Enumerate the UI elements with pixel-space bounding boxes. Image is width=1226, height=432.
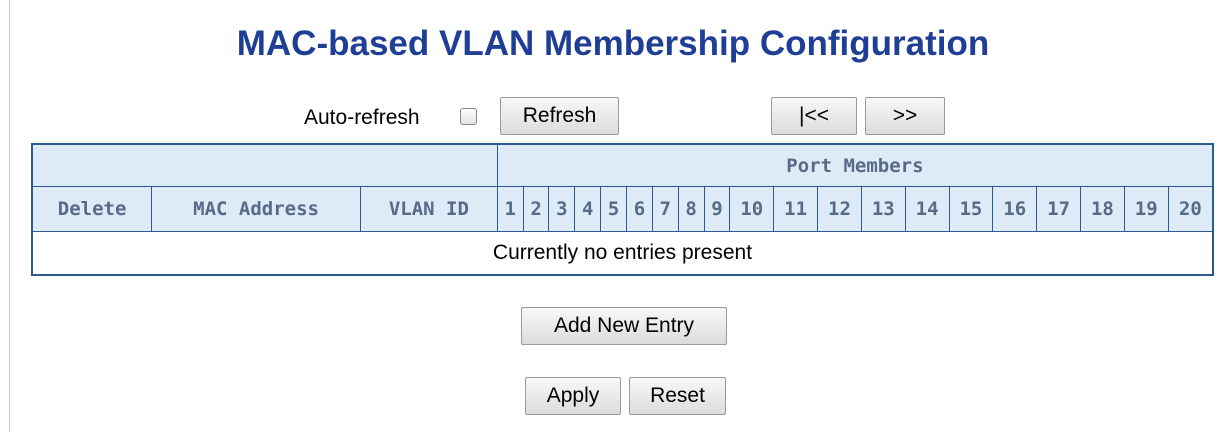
port-column-header: 9: [703, 186, 731, 232]
port-column-header: 7: [651, 186, 679, 232]
port-column-header: 18: [1080, 186, 1125, 232]
apply-button[interactable]: Apply: [525, 377, 621, 415]
port-column-header: 6: [626, 186, 653, 232]
port-column-header: 2: [522, 186, 550, 232]
table-row-empty: Currently no entries present: [32, 231, 1213, 275]
auto-refresh-checkbox[interactable]: [460, 108, 477, 125]
port-column-header: 3: [548, 186, 576, 232]
port-column-header: 5: [600, 186, 627, 232]
port-column-header: 11: [773, 186, 819, 232]
port-column-header: 8: [677, 186, 705, 232]
port-members-header: Port Members: [496, 143, 1214, 187]
page-title: MAC-based VLAN Membership Configuration: [236, 24, 990, 63]
column-header-mac-address: MAC Address: [151, 186, 361, 232]
column-header-vlan-id: VLAN ID: [359, 186, 498, 232]
port-column-header: 15: [948, 186, 994, 232]
table-header-row-group: Port Members: [31, 143, 1214, 187]
table-header-row-columns: Delete MAC Address VLAN ID 1 2 3 4 5 6 7 8 9 10 11…: [31, 186, 1214, 232]
port-column-header: 14: [904, 186, 950, 232]
port-column-header: 19: [1123, 186, 1169, 232]
column-header-delete: Delete: [31, 186, 153, 232]
reset-button[interactable]: Reset: [629, 377, 726, 415]
port-column-header: 10: [729, 186, 775, 232]
port-column-header: 1: [496, 186, 524, 232]
empty-message: Currently no entries present: [32, 231, 1213, 275]
port-column-header: 4: [574, 186, 602, 232]
first-page-button[interactable]: |<<: [771, 97, 857, 135]
mac-vlan-table: Port Members Delete MAC Address VLAN ID …: [31, 143, 1214, 276]
toolbar: Auto-refresh Refresh |<< >>: [0, 97, 1226, 139]
next-page-button[interactable]: >>: [865, 97, 945, 135]
header-blank-cell: [31, 143, 498, 187]
port-column-header: 16: [992, 186, 1038, 232]
add-new-entry-button[interactable]: Add New Entry: [521, 307, 727, 345]
port-column-header: 20: [1167, 186, 1214, 232]
port-column-header: 12: [817, 186, 862, 232]
auto-refresh-label: Auto-refresh: [304, 106, 420, 129]
refresh-button[interactable]: Refresh: [500, 97, 619, 135]
page-left-border: [9, 0, 10, 432]
port-column-header: 17: [1036, 186, 1081, 232]
port-column-header: 13: [860, 186, 906, 232]
